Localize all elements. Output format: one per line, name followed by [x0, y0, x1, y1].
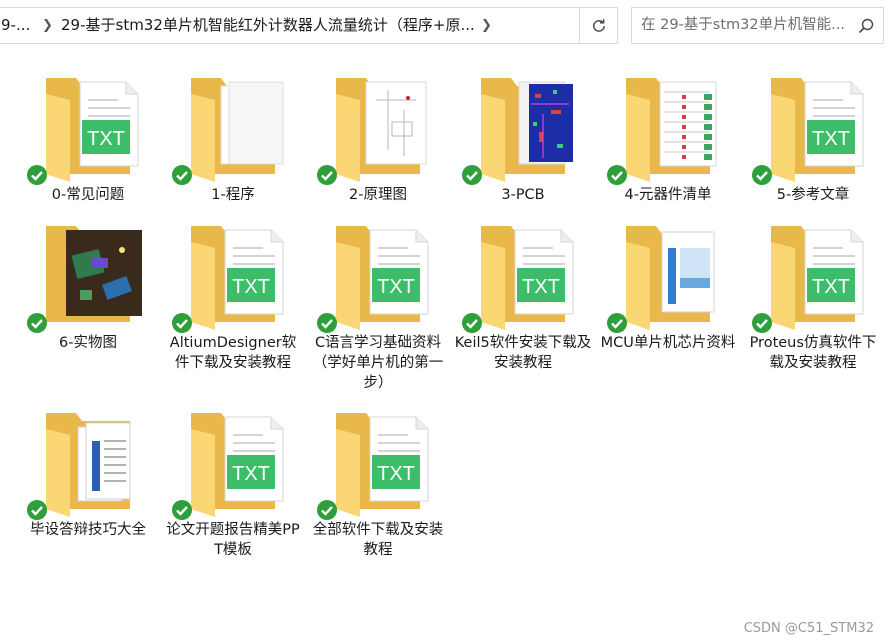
search-placeholder: 在 29-基于stm32单片机智能...	[641, 17, 845, 33]
folder-item[interactable]: MCU单片机芯片资料	[598, 218, 738, 351]
sync-check-icon	[317, 500, 337, 520]
sync-check-icon	[27, 313, 47, 333]
txt-badge: TXT	[807, 268, 855, 302]
txt-badge: TXT	[372, 455, 420, 489]
folder-label: 论文开题报告精美PPT模板	[166, 522, 300, 558]
folder-item[interactable]: TXT AltiumDesigner软件下载及安装教程	[163, 218, 303, 371]
folder-item[interactable]: TXT 0-常见问题	[18, 70, 158, 203]
folder-label: 全部软件下载及安装教程	[312, 522, 444, 558]
folder-label: 5-参考文章	[776, 187, 850, 203]
txt-label: TXT	[232, 463, 270, 485]
folder-label: 毕设答辩技巧大全	[30, 522, 146, 538]
folder-label: 2-原理图	[349, 187, 407, 203]
sync-check-icon	[462, 165, 482, 185]
folder-item[interactable]: TXT C语言学习基础资料（学好单片机的第一步）	[308, 218, 448, 391]
sync-check-icon	[462, 313, 482, 333]
folder-item[interactable]: 2-原理图	[308, 70, 448, 203]
breadcrumb-current[interactable]: 29-基于stm32单片机智能红外计数器人流量统计（程序+原...	[61, 8, 475, 43]
txt-label: TXT	[522, 276, 560, 298]
folder-item[interactable]: TXT 5-参考文章	[743, 70, 883, 203]
txt-badge: TXT	[227, 455, 275, 489]
sync-check-icon	[317, 165, 337, 185]
sync-check-icon	[317, 313, 337, 333]
txt-badge: TXT	[82, 120, 130, 154]
txt-label: TXT	[377, 463, 415, 485]
sync-check-icon	[172, 313, 192, 333]
txt-badge: TXT	[372, 268, 420, 302]
breadcrumb-parent[interactable]: 9-...	[1, 8, 30, 43]
folder-item[interactable]: 毕设答辩技巧大全	[18, 405, 158, 538]
chevron-right-icon[interactable]: ❯	[481, 8, 492, 43]
folder-label: C语言学习基础资料（学好单片机的第一步）	[312, 335, 444, 391]
address-bar[interactable]: 9-... ❯ 29-基于stm32单片机智能红外计数器人流量统计（程序+原..…	[0, 7, 580, 44]
txt-badge: TXT	[517, 268, 565, 302]
txt-label: TXT	[87, 128, 125, 150]
sync-check-icon	[607, 165, 627, 185]
navigation-bar: 9-... ❯ 29-基于stm32单片机智能红外计数器人流量统计（程序+原..…	[0, 0, 888, 52]
folder-label: 6-实物图	[59, 335, 117, 351]
folder-label: MCU单片机芯片资料	[600, 335, 736, 351]
folder-label: Proteus仿真软件下载及安装教程	[749, 335, 877, 371]
sync-check-icon	[27, 500, 47, 520]
watermark: CSDN @C51_STM32	[743, 621, 874, 636]
sync-check-icon	[172, 500, 192, 520]
sync-check-icon	[27, 165, 47, 185]
folder-item[interactable]: TXT 论文开题报告精美PPT模板	[163, 405, 303, 558]
txt-label: TXT	[232, 276, 270, 298]
folder-label: 3-PCB	[501, 187, 545, 203]
folder-item[interactable]: TXT Keil5软件安装下载及安装教程	[453, 218, 593, 371]
chevron-right-icon[interactable]: ❯	[42, 8, 53, 43]
sync-check-icon	[607, 313, 627, 333]
folder-item[interactable]: 1-程序	[163, 70, 303, 203]
folder-label: 4-元器件清单	[624, 187, 712, 203]
folder-label: Keil5软件安装下载及安装教程	[454, 335, 592, 371]
folder-item[interactable]: 6-实物图	[18, 218, 158, 351]
search-input[interactable]: 在 29-基于stm32单片机智能...	[631, 7, 884, 44]
folder-item[interactable]: 3-PCB	[453, 70, 593, 203]
txt-label: TXT	[812, 276, 850, 298]
sync-check-icon	[172, 165, 192, 185]
search-icon	[858, 18, 874, 34]
folder-item[interactable]: TXT 全部软件下载及安装教程	[308, 405, 448, 558]
sync-check-icon	[752, 165, 772, 185]
txt-label: TXT	[812, 128, 850, 150]
folder-item[interactable]: 4-元器件清单	[598, 70, 738, 203]
txt-label: TXT	[377, 276, 415, 298]
txt-badge: TXT	[227, 268, 275, 302]
folder-label: 1-程序	[211, 187, 255, 203]
sync-check-icon	[752, 313, 772, 333]
folder-label: 0-常见问题	[51, 187, 125, 203]
refresh-icon	[592, 18, 605, 32]
folder-item[interactable]: TXT Proteus仿真软件下载及安装教程	[743, 218, 883, 371]
folder-label: AltiumDesigner软件下载及安装教程	[169, 335, 297, 371]
txt-badge: TXT	[807, 120, 855, 154]
refresh-button[interactable]	[580, 7, 618, 44]
